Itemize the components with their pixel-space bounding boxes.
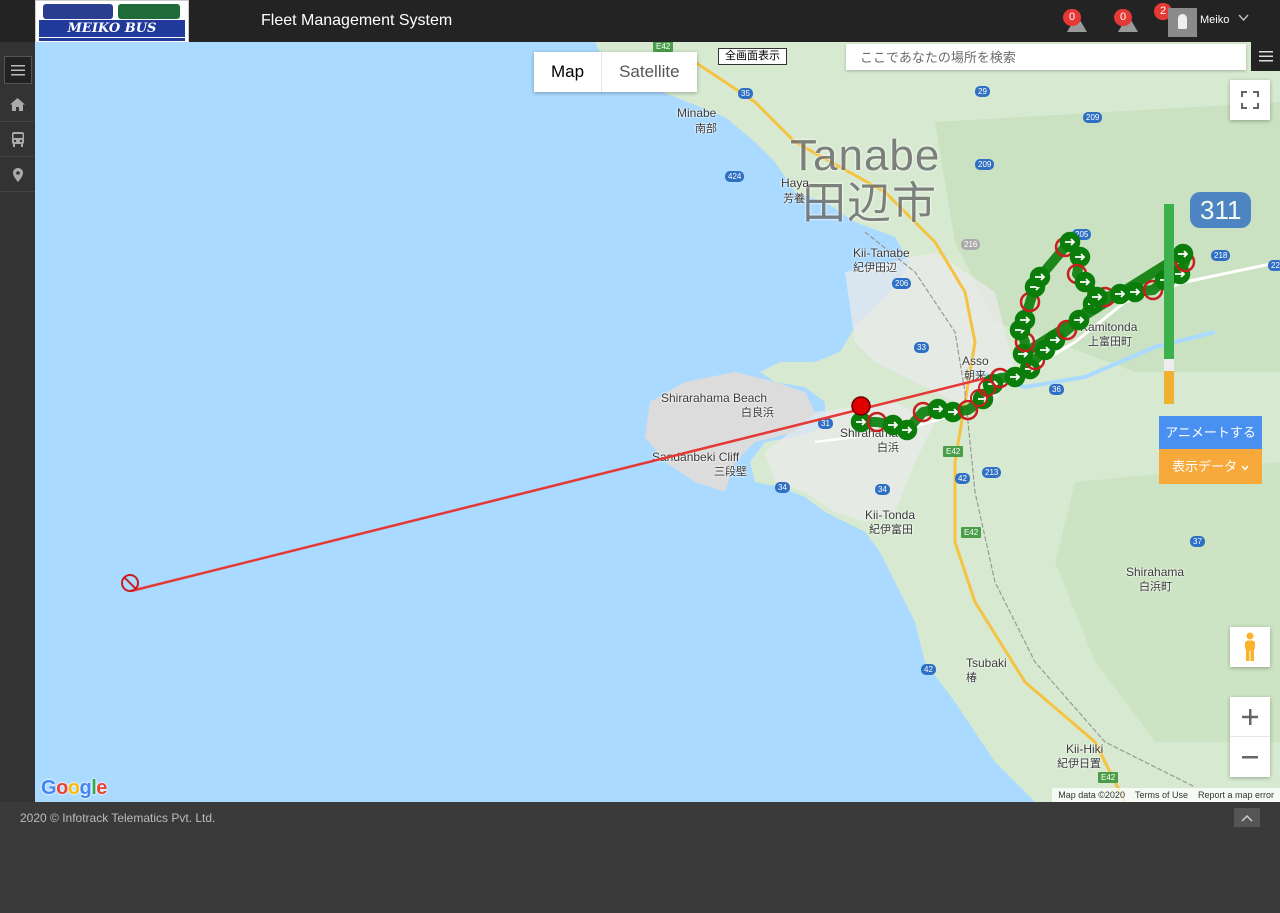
chevron-down-icon — [1241, 465, 1249, 471]
playback-timeline-slider[interactable] — [1164, 204, 1174, 404]
map-view[interactable]: Tanabe 田辺市 Minabe 南部 Haya 芳養 Kii-Tanabe … — [35, 42, 1280, 802]
alert-count-badge: 0 — [1114, 9, 1132, 26]
alert-count-badge: 0 — [1063, 9, 1081, 26]
map-menu-button[interactable] — [1251, 42, 1280, 71]
plus-icon — [1242, 708, 1258, 725]
zoom-in-button[interactable] — [1230, 697, 1270, 737]
sidebar-menu-toggle[interactable] — [4, 56, 32, 84]
map-type-map-button[interactable]: Map — [534, 52, 603, 92]
bus-icon — [11, 132, 24, 147]
top-bar: MEIKO BUS Fleet Management System 0 0 2 … — [0, 0, 1280, 45]
terms-of-use-link[interactable]: Terms of Use — [1135, 788, 1188, 802]
chevron-up-icon — [1241, 814, 1253, 822]
bus-logo-graphic-2 — [118, 4, 180, 19]
menu-icon — [1258, 51, 1273, 62]
no-signal-marker-slash — [123, 576, 137, 590]
logo-stripe — [39, 38, 185, 41]
footer-copyright: 2020 © Infotrack Telematics Pvt. Ltd. — [20, 811, 216, 825]
google-logo: Google — [41, 777, 107, 799]
avatar — [1168, 8, 1197, 37]
timeline-remaining — [1164, 371, 1174, 404]
menu-icon — [11, 64, 25, 75]
pegman-icon — [1245, 632, 1255, 661]
display-data-button[interactable]: 表示データ — [1159, 449, 1262, 484]
fullscreen-button[interactable] — [1230, 80, 1270, 120]
bus-logo-graphic — [43, 4, 113, 19]
sidebar-item-location[interactable] — [0, 158, 35, 192]
report-map-error-link[interactable]: Report a map error — [1198, 788, 1274, 802]
map-attribution: Map data ©2020 Terms of Use Report a map… — [1052, 788, 1280, 802]
company-logo[interactable]: MEIKO BUS — [35, 0, 189, 45]
app-title: Fleet Management System — [261, 12, 453, 29]
map-data-credit: Map data ©2020 — [1058, 790, 1125, 800]
alert-button-1[interactable]: 0 — [1063, 9, 1089, 33]
minus-icon — [1242, 755, 1258, 758]
scroll-to-top-button[interactable] — [1234, 808, 1260, 827]
display-data-label: 表示データ — [1172, 459, 1238, 474]
timeline-handle[interactable] — [1164, 359, 1174, 371]
sidebar — [0, 42, 35, 802]
map-type-satellite-button[interactable]: Satellite — [602, 52, 696, 92]
map-type-control: Map Satellite — [534, 52, 697, 92]
map-marker-icon — [12, 167, 23, 182]
home-icon — [10, 98, 25, 111]
animate-button[interactable]: アニメートする — [1159, 416, 1262, 449]
street-view-pegman-button[interactable] — [1230, 627, 1270, 667]
timeline-progress — [1164, 204, 1174, 359]
start-point-marker — [851, 396, 871, 416]
logo-text: MEIKO BUS — [39, 20, 185, 37]
sidebar-item-bus[interactable] — [0, 123, 35, 157]
fullscreen-icon — [1241, 91, 1259, 109]
sidebar-item-home[interactable] — [0, 88, 35, 122]
place-search-input[interactable] — [846, 44, 1246, 70]
fullscreen-toggle-label[interactable]: 全画面表示 — [718, 48, 787, 65]
chevron-down-icon — [1238, 11, 1249, 25]
user-name: Meiko — [1200, 14, 1230, 26]
vehicle-track-overlay — [121, 231, 1196, 593]
zoom-out-button[interactable] — [1230, 737, 1270, 777]
zoom-control — [1230, 697, 1270, 777]
alert-button-2[interactable]: 0 — [1114, 9, 1140, 33]
